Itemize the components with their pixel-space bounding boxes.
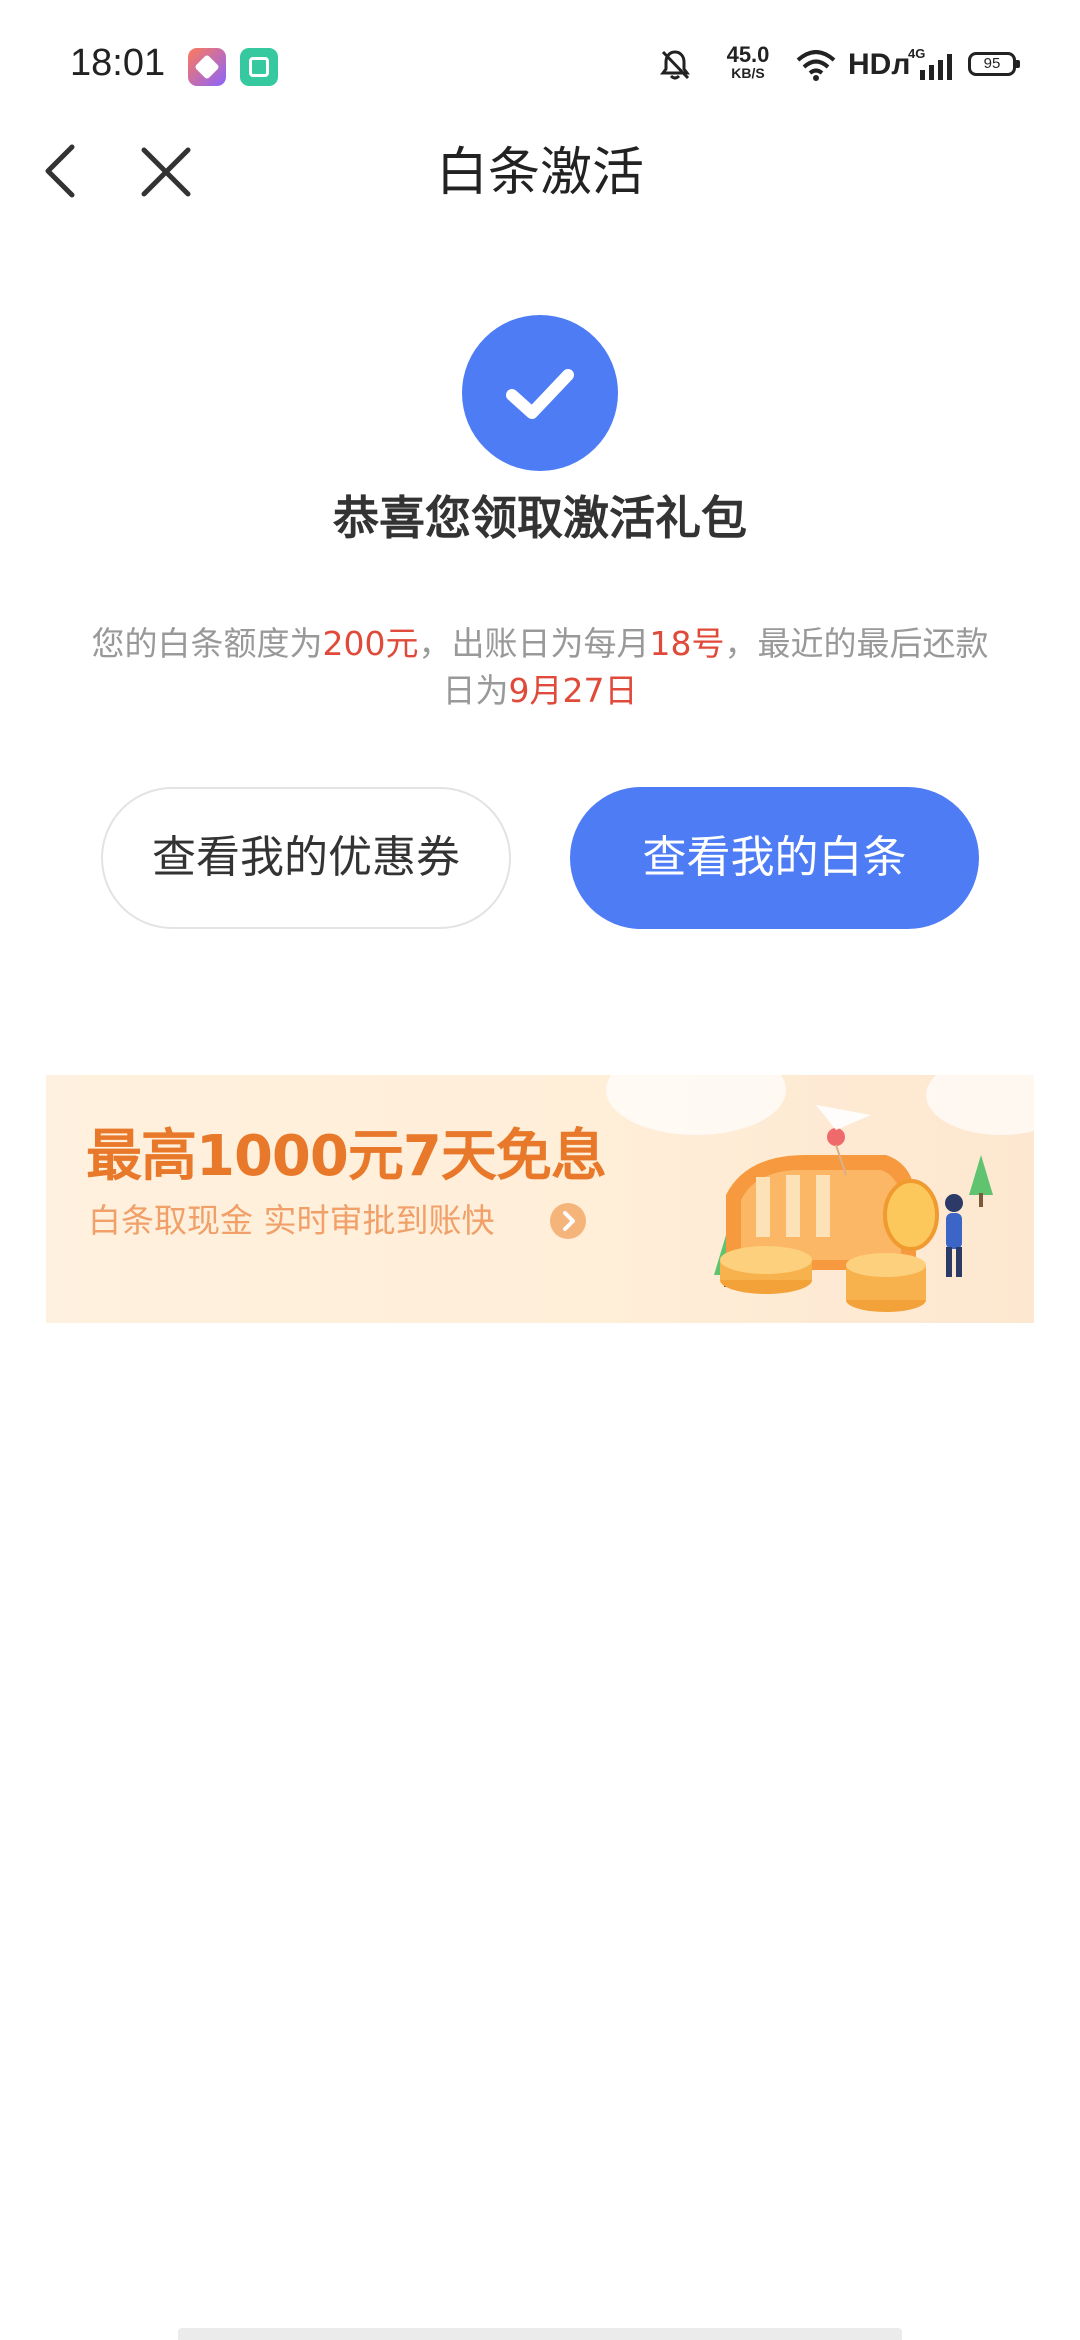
wifi-icon — [796, 50, 836, 81]
desc-text-2: ，出账日为每月 — [418, 624, 650, 663]
signal-icon — [920, 54, 952, 80]
hd-indicator: HDл — [848, 48, 911, 81]
view-coupons-button[interactable]: 查看我的优惠券 — [101, 787, 511, 929]
credit-description: 您的白条额度为200元，出账日为每月18号，最近的最后还款日为9月27日 — [90, 620, 990, 714]
network-speed-unit: KB/S — [731, 65, 765, 81]
bill-day: 18号 — [649, 624, 725, 663]
status-time: 18:01 — [70, 42, 166, 84]
banner-subtitle: 白条取现金 实时审批到账快 — [88, 1201, 495, 1240]
credit-limit: 200元 — [322, 624, 419, 663]
network-speed-value: 45.0 — [726, 42, 770, 67]
notification-app-icon — [188, 48, 226, 86]
banner-title: 最高1000元7天免息 — [86, 1124, 607, 1189]
battery-icon: 95 — [968, 52, 1020, 76]
page-title: 白条激活 — [435, 143, 644, 203]
notification-app-icon-2 — [240, 48, 278, 86]
home-indicator[interactable] — [178, 2328, 902, 2340]
status-bar: 18:01 45.0 KB/S HDл 4G 95 — [0, 0, 1080, 130]
promo-banner[interactable]: 最高1000元7天免息 白条取现金 实时审批到账快 — [46, 1075, 1034, 1323]
checkmark-icon — [506, 369, 574, 419]
success-title: 恭喜您领取激活礼包 — [333, 491, 747, 545]
bell-mute-icon — [660, 50, 690, 80]
arrow-right-circle-icon — [550, 1203, 586, 1239]
view-baitiao-button[interactable]: 查看我的白条 — [570, 787, 979, 929]
check-circle-icon — [462, 315, 618, 471]
desc-text-1: 您的白条额度为 — [91, 624, 323, 663]
network-speed: 45.0 KB/S — [718, 42, 778, 81]
shop-coins-illustration — [714, 1105, 993, 1312]
due-date: 9月27日 — [508, 671, 638, 710]
